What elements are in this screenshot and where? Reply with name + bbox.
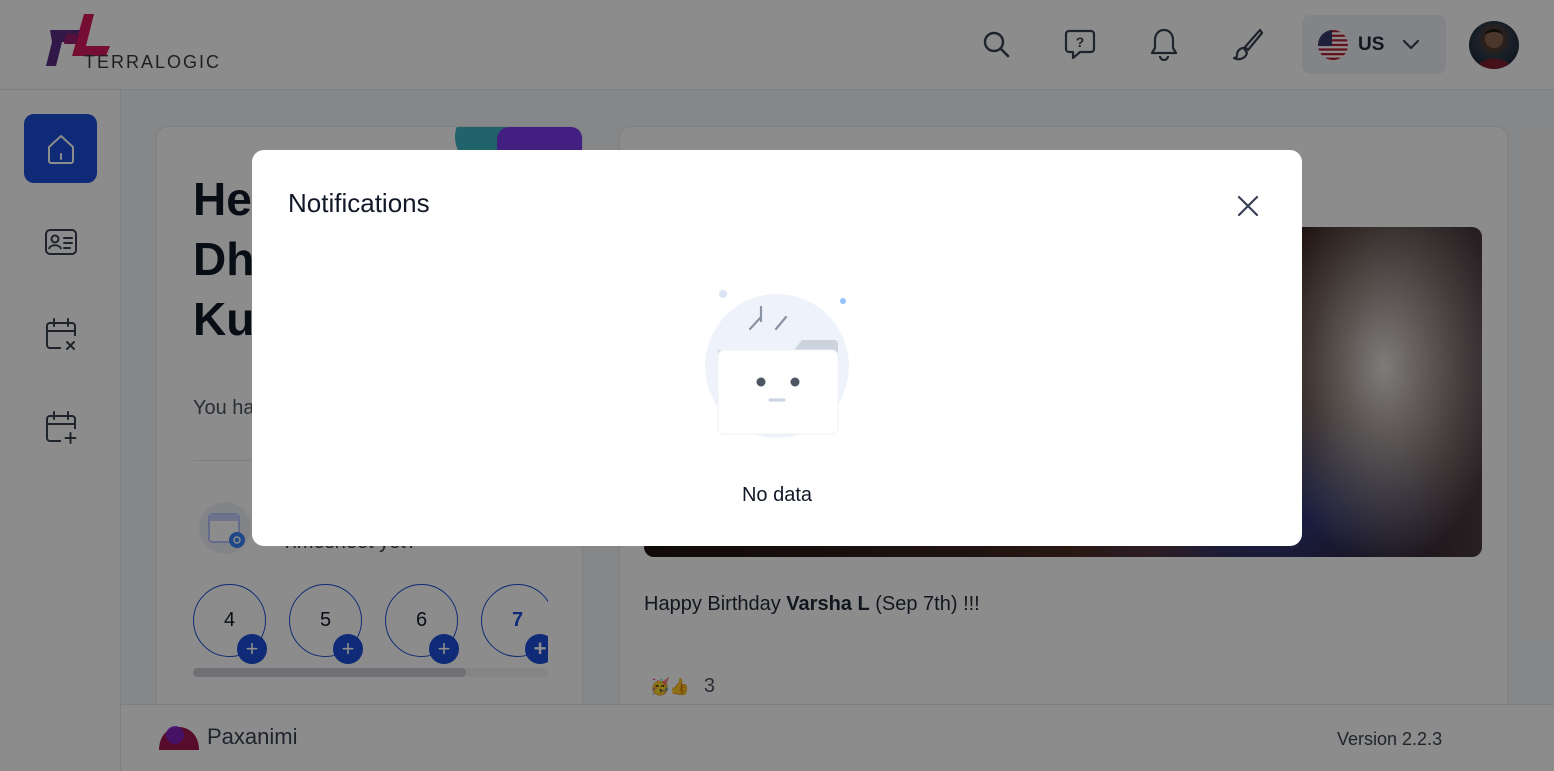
empty-state-icon [705, 290, 849, 438]
empty-state-text: No data [741, 484, 813, 506]
notifications-modal: Notifications No data [252, 150, 1302, 546]
close-button[interactable] [1232, 190, 1264, 222]
close-icon [1237, 195, 1259, 217]
modal-title: Notifications [288, 188, 430, 218]
